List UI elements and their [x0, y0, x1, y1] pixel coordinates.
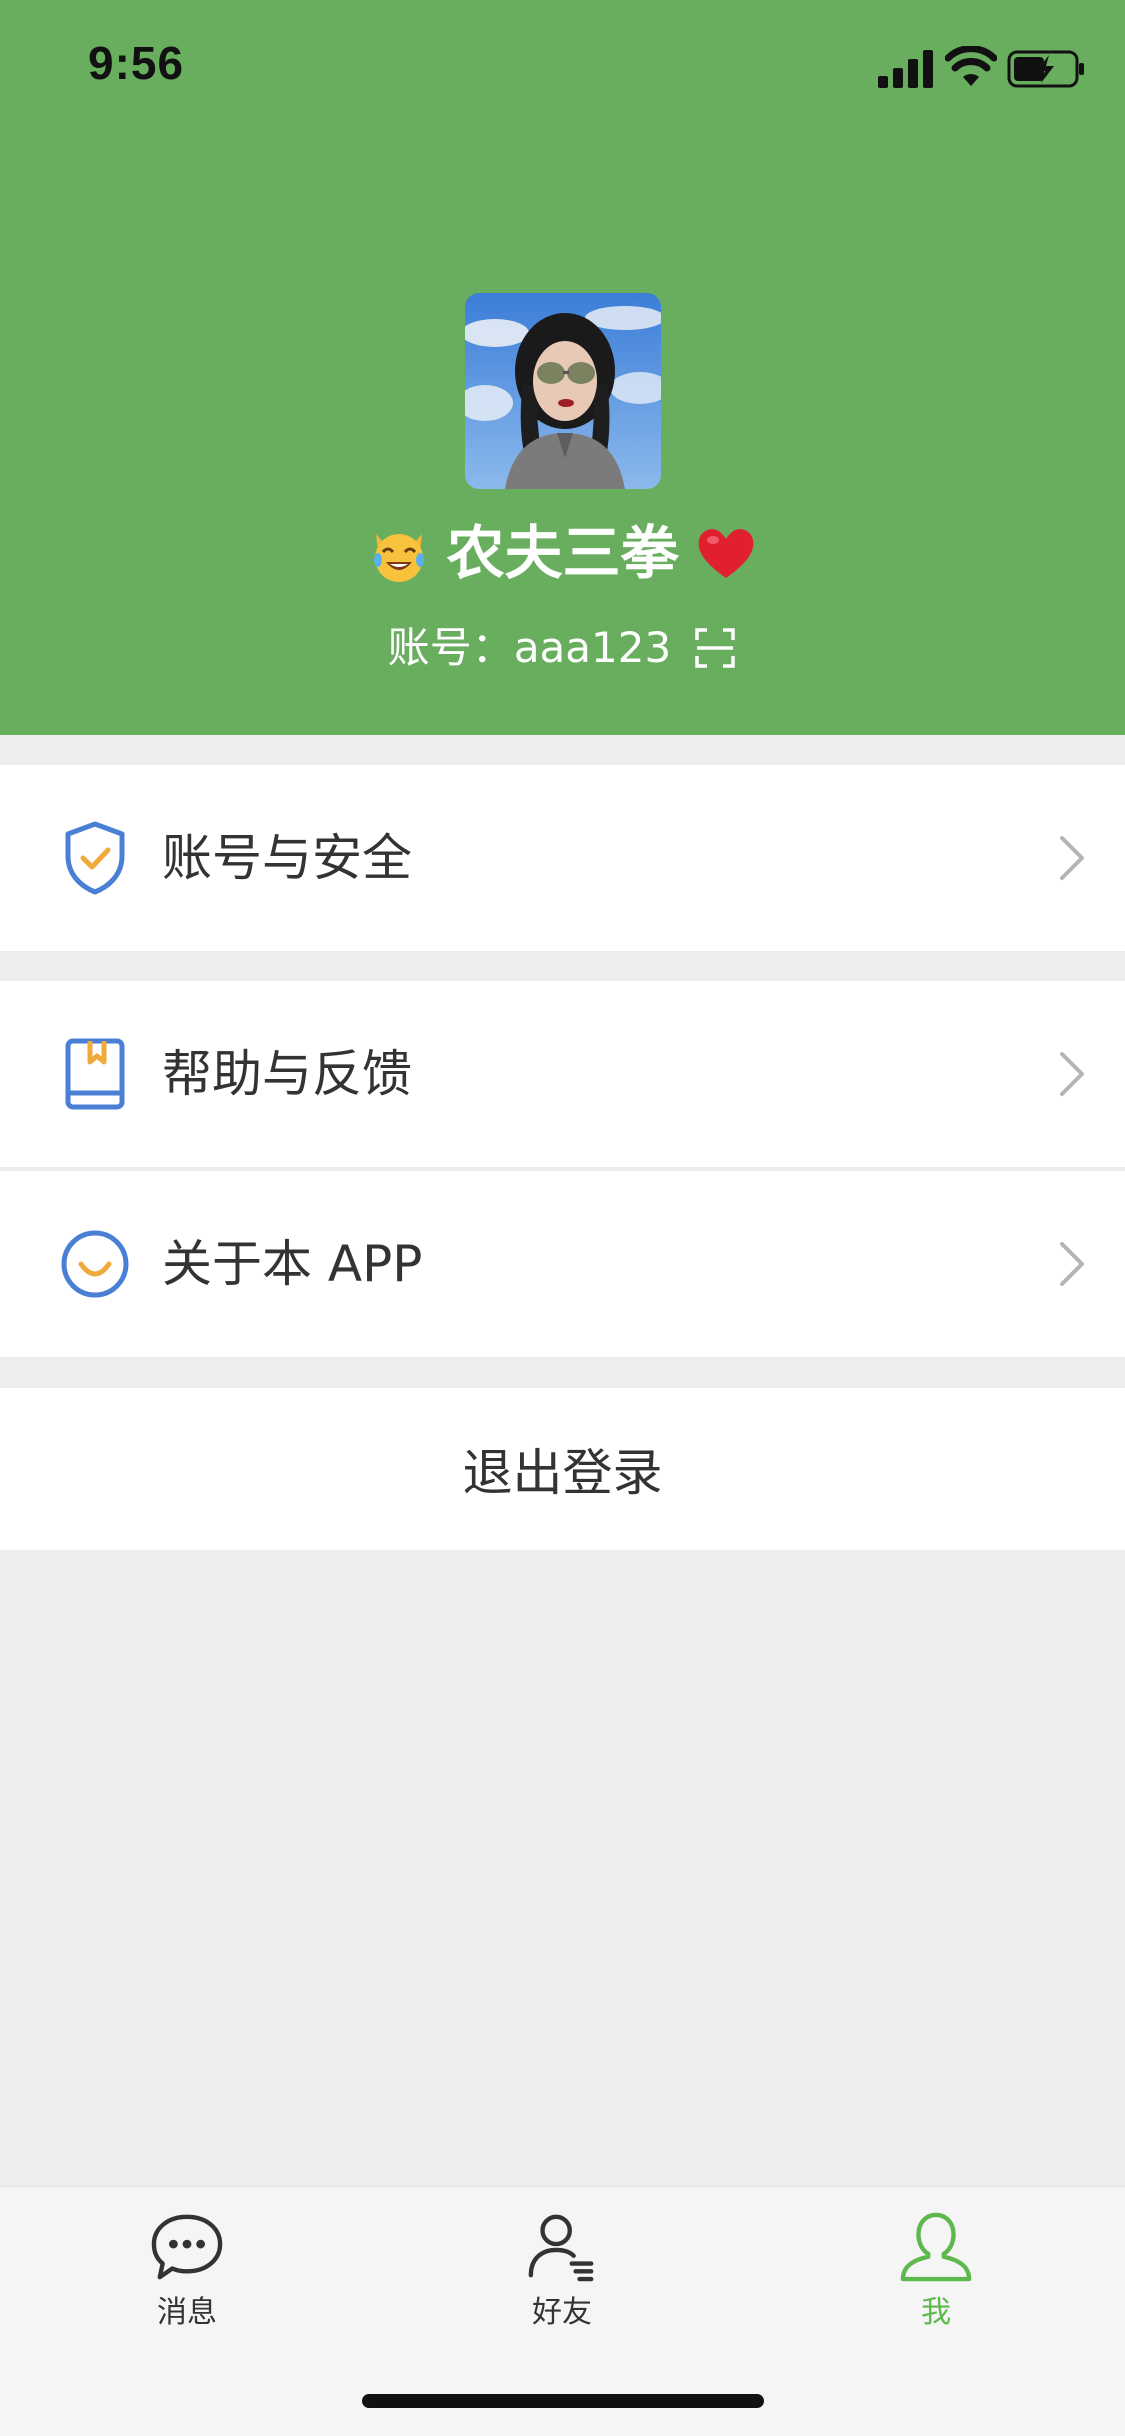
tab-friends[interactable]: 好友 [462, 2211, 662, 2331]
battery-charging-icon [1007, 50, 1084, 88]
chat-bubble-icon [151, 2214, 223, 2280]
logout-label: 退出登录 [462, 1444, 663, 1502]
menu-item-help-feedback[interactable]: 帮助与反馈 [0, 981, 1125, 1167]
account-label: 账号： [387, 623, 514, 672]
status-bar: 9:56 [0, 0, 1125, 140]
chevron-right-icon [1060, 836, 1084, 880]
menu-item-account-security[interactable]: 账号与安全 [0, 765, 1125, 951]
avatar[interactable] [465, 293, 661, 489]
laughing-cat-emoji [366, 520, 432, 586]
tab-label-messages: 消息 [157, 2295, 217, 2330]
tab-label-friends: 好友 [532, 2295, 592, 2330]
red-heart-emoji [693, 520, 759, 586]
account-id: aaa123 [513, 623, 672, 672]
chevron-right-icon [1060, 1052, 1084, 1096]
menu-label-help-feedback: 帮助与反馈 [162, 1045, 412, 1103]
account-row[interactable]: 账号： aaa123 [0, 613, 1125, 683]
shield-check-icon [60, 820, 130, 896]
book-icon [60, 1036, 130, 1112]
tab-me[interactable]: 我 [836, 2211, 1036, 2331]
menu-label-about-app: 关于本 APP [162, 1235, 423, 1293]
menu-item-about-app[interactable]: 关于本 APP [0, 1171, 1125, 1357]
smile-icon [60, 1226, 130, 1302]
tab-label-me: 我 [921, 2295, 951, 2330]
status-time: 9:56 [88, 37, 185, 89]
nickname: 农夫三拳 [446, 519, 679, 587]
logout-button[interactable]: 退出登录 [0, 1388, 1125, 1550]
friends-icon [528, 2214, 594, 2282]
person-icon [900, 2212, 972, 2282]
wifi-icon [945, 46, 997, 86]
profile-header: 9:56 农夫三拳 账号： aaa123 [0, 0, 1125, 735]
tab-messages[interactable]: 消息 [87, 2211, 287, 2331]
signal-icon [878, 50, 933, 88]
avatar-photo [465, 293, 661, 489]
menu-label-account-security: 账号与安全 [162, 829, 412, 887]
qr-code-icon[interactable] [693, 626, 737, 670]
chevron-right-icon [1060, 1242, 1084, 1286]
home-indicator[interactable] [362, 2394, 764, 2408]
nickname-row: 农夫三拳 [0, 513, 1125, 593]
